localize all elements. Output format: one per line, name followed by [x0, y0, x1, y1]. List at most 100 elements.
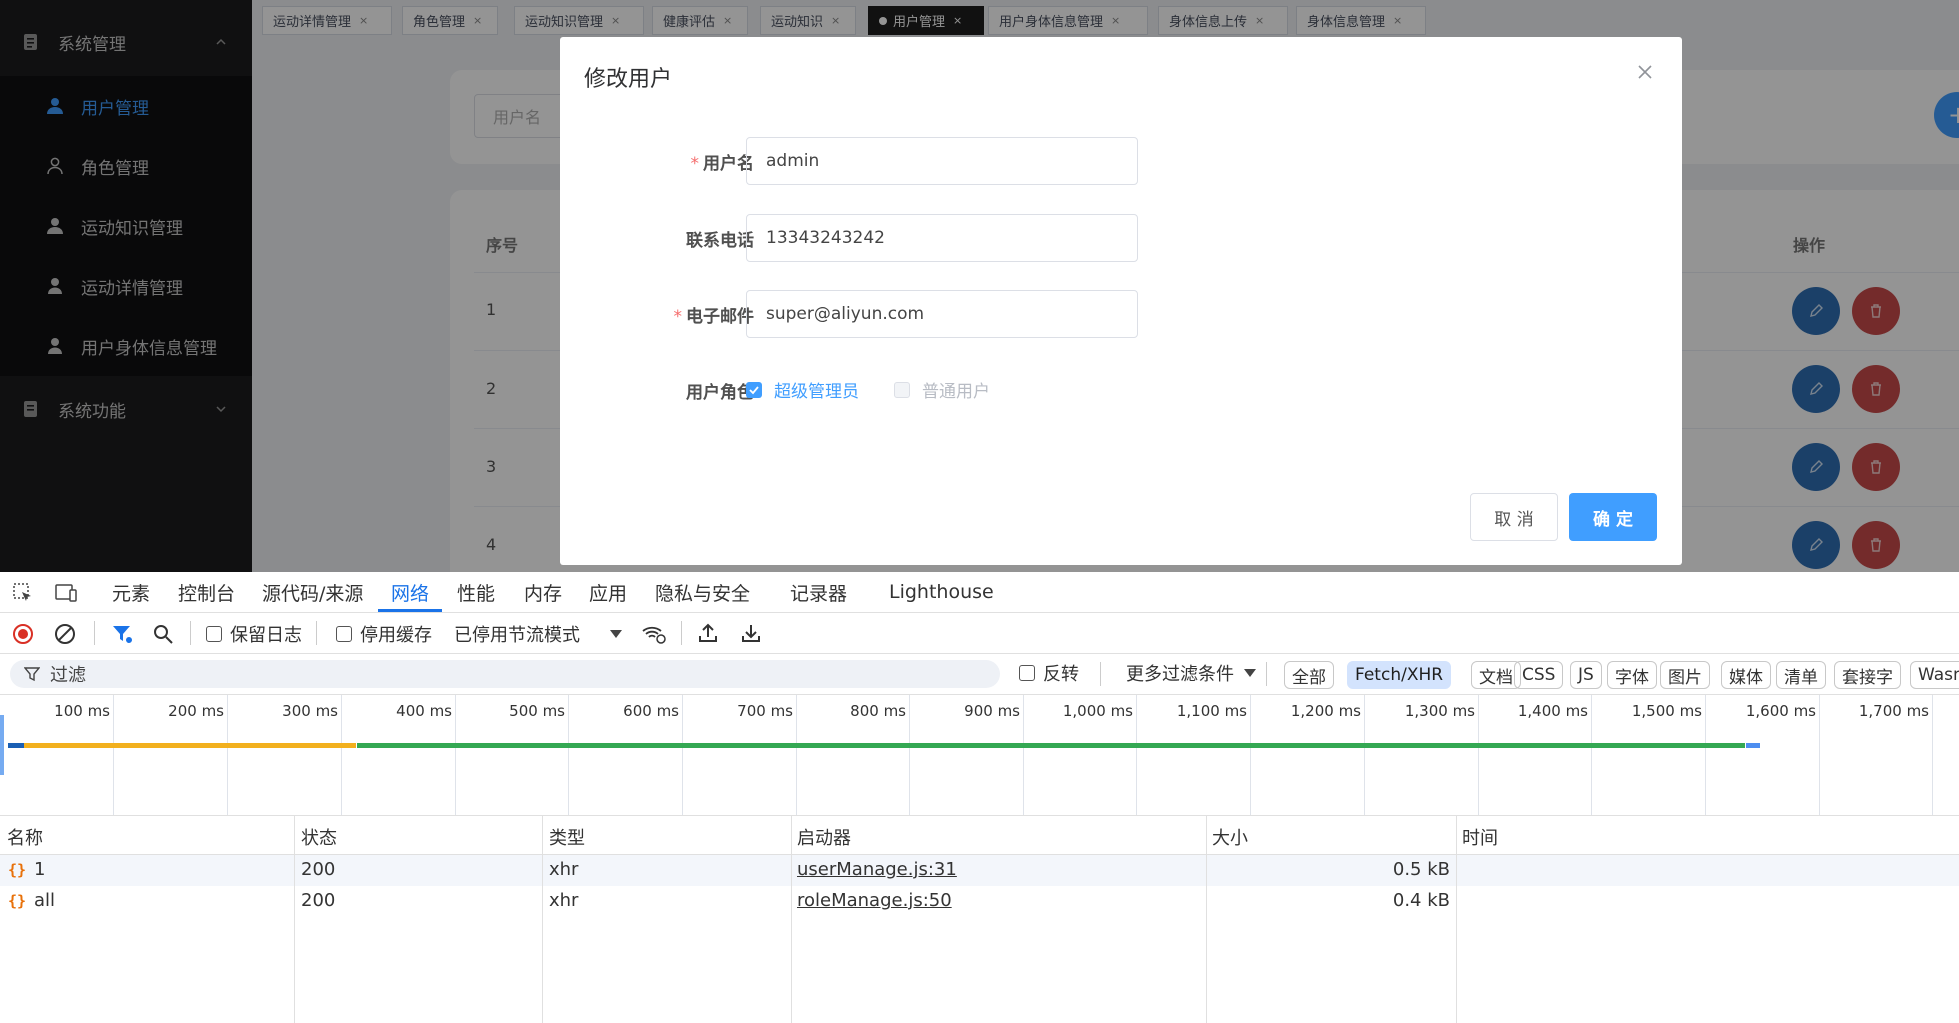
active-tab-indicator	[378, 609, 442, 612]
phone-label: 联系电话	[686, 231, 754, 251]
timeline-tick	[1819, 695, 1820, 815]
dropdown-arrow-icon[interactable]	[610, 629, 622, 639]
edit-user-dialog: 修改用户 * 用户名 admin 联系电话 13343243242 * 电子邮件 s…	[560, 37, 1682, 565]
filter-placeholder: 过滤	[50, 665, 86, 686]
more-filters-dropdown[interactable]: 更多过滤条件	[1126, 660, 1256, 686]
timeline-label: 1,600 ms	[1745, 702, 1816, 720]
search-icon[interactable]	[152, 623, 174, 645]
upload-icon[interactable]	[697, 622, 719, 644]
network-overview-timeline[interactable]: 100 ms 200 ms 300 ms 400 ms 500 ms 600 m…	[0, 695, 1959, 816]
column-initiator[interactable]: 启动器	[797, 824, 851, 850]
type-filter-all[interactable]: 全部	[1284, 661, 1334, 689]
devtools-tab-application[interactable]: 应用	[589, 572, 627, 612]
timeline-label: 1,700 ms	[1858, 702, 1929, 720]
request-type: xhr	[549, 859, 579, 880]
type-filter-font[interactable]: 字体	[1607, 661, 1657, 689]
timeline-tick	[1364, 695, 1365, 815]
devtools-tab-privacy-security[interactable]: 隐私与安全	[655, 572, 750, 612]
record-stop-icon[interactable]	[12, 623, 34, 645]
timeline-label: 1,300 ms	[1404, 702, 1475, 720]
filter-icon[interactable]	[111, 623, 133, 645]
devtools-tab-elements[interactable]: 元素	[112, 572, 150, 612]
dialog-title: 修改用户	[584, 67, 673, 92]
confirm-button[interactable]: 确 定	[1569, 493, 1657, 541]
request-initiator-link[interactable]: userManage.js:31	[797, 859, 957, 880]
timeline-label: 500 ms	[509, 702, 565, 720]
type-filter-manifest[interactable]: 清单	[1776, 661, 1826, 689]
request-type: xhr	[549, 890, 579, 911]
invert-label: 反转	[1043, 664, 1079, 685]
request-size: 0.5 kB	[1392, 859, 1450, 880]
timeline-tick	[227, 695, 228, 815]
type-filter-css[interactable]: CSS	[1514, 661, 1564, 689]
timeline-tick	[682, 695, 683, 815]
checkbox-unchecked-icon	[336, 626, 352, 642]
clear-icon[interactable]	[54, 623, 76, 645]
role-checkbox-super-admin[interactable]: 超级管理员	[746, 377, 859, 402]
email-field[interactable]: super@aliyun.com	[746, 290, 1138, 338]
username-field[interactable]: admin	[746, 137, 1138, 185]
devtools-tab-performance[interactable]: 性能	[457, 572, 495, 612]
timeline-tick	[568, 695, 569, 815]
timeline-tick	[455, 695, 456, 815]
devtools-tabbar: 元素 控制台 源代码/来源 网络 性能 内存 应用 隐私与安全 记录器 Ligh…	[0, 572, 1959, 613]
role-checkbox-label: 超级管理员	[774, 382, 859, 402]
devtools-panel: 元素 控制台 源代码/来源 网络 性能 内存 应用 隐私与安全 记录器 Ligh…	[0, 572, 1959, 1023]
timeline-tick	[909, 695, 910, 815]
type-filter-fetch-xhr[interactable]: Fetch/XHR	[1347, 661, 1452, 689]
network-conditions-icon[interactable]	[641, 623, 667, 645]
timeline-start-marker	[0, 715, 4, 775]
throttling-select[interactable]: 已停用节流模式	[454, 621, 580, 647]
devtools-tab-lighthouse[interactable]: Lighthouse	[889, 572, 994, 612]
disable-cache-label: 停用缓存	[360, 625, 432, 646]
disable-cache-checkbox[interactable]: 停用缓存	[336, 621, 432, 647]
close-icon[interactable]	[1636, 63, 1654, 81]
cancel-button[interactable]: 取 消	[1470, 493, 1558, 541]
timeline-tick	[341, 695, 342, 815]
invert-checkbox[interactable]: 反转	[1019, 660, 1079, 686]
email-label-text: 电子邮件	[686, 307, 754, 327]
timeline-label: 300 ms	[282, 702, 338, 720]
checkbox-unchecked-icon	[1019, 665, 1035, 681]
type-filter-socket[interactable]: 套接字	[1834, 661, 1901, 689]
request-initiator-link[interactable]: roleManage.js:50	[797, 890, 952, 911]
phone-field[interactable]: 13343243242	[746, 214, 1138, 262]
type-filter-wasm[interactable]: Wasm	[1910, 661, 1959, 689]
column-time[interactable]: 时间	[1462, 824, 1498, 850]
timeline-tick	[1705, 695, 1706, 815]
inspect-element-icon[interactable]	[12, 582, 34, 604]
column-status[interactable]: 状态	[301, 824, 337, 850]
devtools-tab-network[interactable]: 网络	[391, 572, 429, 612]
email-label: * 电子邮件	[674, 302, 755, 327]
xhr-icon: {}	[8, 892, 27, 910]
dropdown-arrow-icon	[1244, 669, 1256, 677]
timeline-label: 100 ms	[54, 702, 110, 720]
xhr-icon: {}	[8, 861, 27, 879]
preserve-log-checkbox[interactable]: 保留日志	[206, 621, 302, 647]
toolbar-divider	[681, 621, 682, 645]
type-filter-img[interactable]: 图片	[1660, 661, 1710, 689]
download-icon[interactable]	[740, 622, 762, 644]
timeline-tick	[1250, 695, 1251, 815]
column-size[interactable]: 大小	[1212, 824, 1248, 850]
toolbar-divider	[1100, 662, 1101, 686]
required-mark: *	[690, 154, 700, 174]
devtools-tab-recorder[interactable]: 记录器	[790, 572, 847, 612]
type-filter-js[interactable]: JS	[1570, 661, 1602, 689]
toolbar-divider	[94, 621, 95, 645]
timeline-label: 1,100 ms	[1176, 702, 1247, 720]
timeline-label: 1,500 ms	[1631, 702, 1702, 720]
column-type[interactable]: 类型	[549, 824, 585, 850]
devtools-tab-console[interactable]: 控制台	[178, 572, 235, 612]
devtools-tab-sources[interactable]: 源代码/来源	[262, 572, 363, 612]
devtools-tab-memory[interactable]: 内存	[524, 572, 562, 612]
timeline-tick	[1932, 695, 1933, 815]
column-name[interactable]: 名称	[7, 824, 43, 850]
request-status: 200	[301, 890, 336, 911]
device-toolbar-icon[interactable]	[54, 582, 78, 604]
request-size: 0.4 kB	[1392, 890, 1450, 911]
role-checkbox-normal-user[interactable]: 普通用户	[894, 377, 990, 402]
request-status: 200	[301, 859, 336, 880]
filter-input[interactable]: 过滤	[10, 660, 1000, 688]
type-filter-media[interactable]: 媒体	[1721, 661, 1771, 689]
